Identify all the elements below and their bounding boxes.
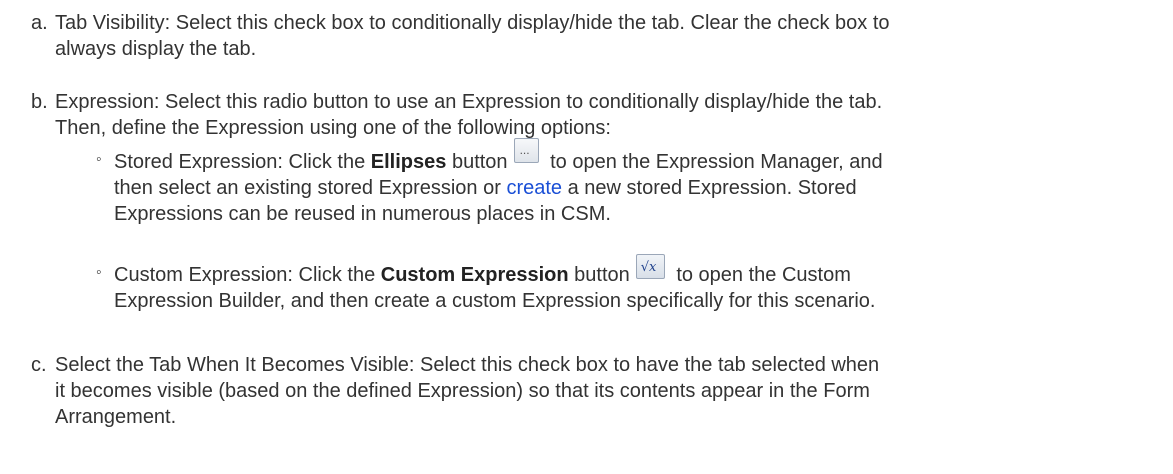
ellipses-label: Ellipses <box>370 151 447 173</box>
bullet-marker: ◦ <box>96 264 102 281</box>
item-text-line1: Select this check box to have the tab se… <box>414 354 880 376</box>
item-text: Tab Visibility: Select this check box to… <box>55 10 1173 62</box>
sub-item-line: Expressions can be reused in numerous pl… <box>114 203 611 225</box>
item-line: Then, define the Expression using one of… <box>55 117 611 139</box>
sub-item-text: Stored Expression: Click the Ellipses bu… <box>114 137 1173 227</box>
sub-item-text-part: to open the Custom <box>670 264 851 286</box>
item-text-line1: Select this radio button to use an Expre… <box>159 91 883 113</box>
sub-item-text-part: button <box>568 264 630 286</box>
item-text-line1: Select this check box to conditionally d… <box>170 12 890 34</box>
ellipsis-button-icon <box>513 137 539 163</box>
sub-item-prefix: Custom Expression: Click the <box>114 264 381 286</box>
sub-item-text-part: button <box>446 151 508 173</box>
item-text: Expression: Select this radio button to … <box>55 89 1173 141</box>
item-label: Expression: <box>55 91 160 113</box>
item-line: Tab Visibility: Select this check box to… <box>55 10 1173 36</box>
item-line: always display the tab. <box>55 38 257 60</box>
item-line: it becomes visible (based on the defined… <box>55 380 870 402</box>
item-line: Select the Tab When It Becomes Visible: … <box>55 352 1173 378</box>
sub-item-line: Stored Expression: Click the Ellipses bu… <box>114 137 1173 175</box>
sub-item-prefix: Stored Expression: Click the <box>114 151 371 173</box>
sub-item-line: Custom Expression: Click the Custom Expr… <box>114 254 1173 288</box>
item-line: Arrangement. <box>55 406 177 428</box>
sub-item-line: then select an existing stored Expressio… <box>114 175 1173 201</box>
item-text: Select the Tab When It Becomes Visible: … <box>55 352 1173 430</box>
custom-expression-label: Custom Expression <box>380 264 569 286</box>
item-line: Expression: Select this radio button to … <box>55 89 1173 115</box>
list-marker: b. <box>31 91 48 113</box>
sub-item-text-part: a new stored Expression. Stored <box>562 177 857 199</box>
top-edge <box>0 0 1173 4</box>
sub-item-text: Custom Expression: Click the Custom Expr… <box>114 254 1173 314</box>
item-label: Tab Visibility: <box>55 12 171 34</box>
item-label: Select the Tab When It Becomes Visible: <box>55 354 415 376</box>
custom-expression-fx-icon <box>635 254 665 281</box>
list-marker: a. <box>31 12 48 34</box>
bullet-marker: ◦ <box>96 151 102 168</box>
sub-item-text-part: then select an existing stored Expressio… <box>114 177 507 199</box>
sub-item-text-part: to open the Expression Manager, and <box>544 151 883 173</box>
list-marker: c. <box>31 354 47 376</box>
sub-item-line: Expression Builder, and then create a cu… <box>114 290 876 312</box>
create-link[interactable]: create <box>506 177 562 199</box>
